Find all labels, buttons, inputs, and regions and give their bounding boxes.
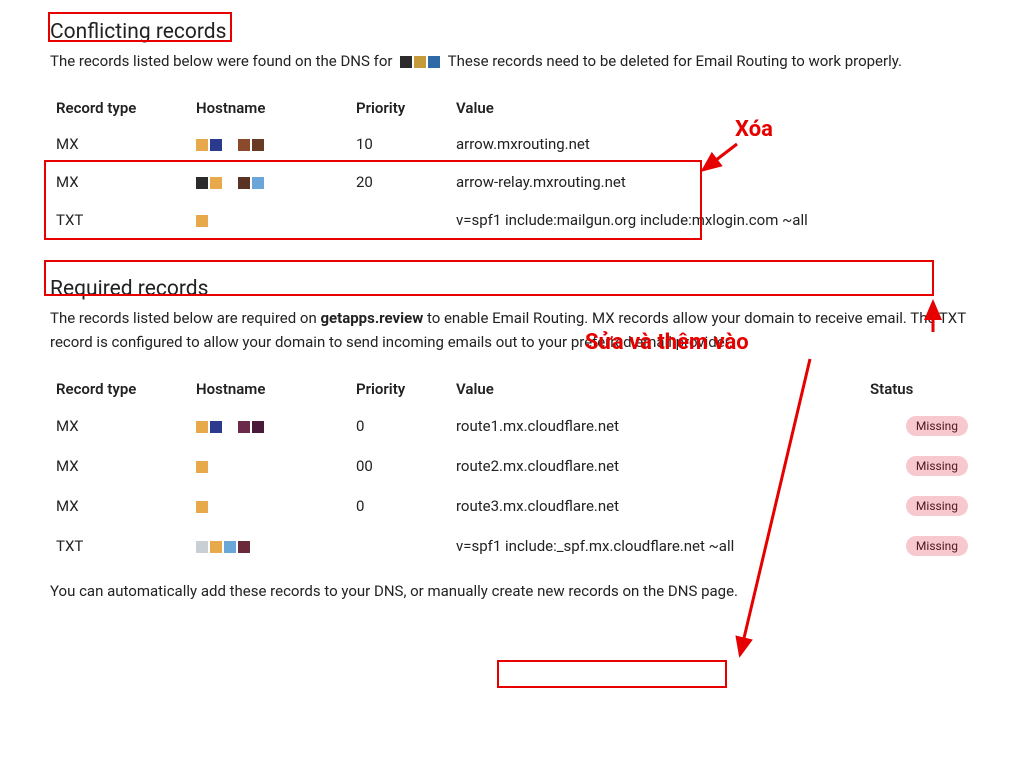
cell-type: MX	[50, 486, 190, 526]
col-header-type: Record type	[50, 372, 190, 406]
table-row: MX 0route3.mx.cloudflare.net Missing	[50, 486, 974, 526]
table-row: TXT v=spf1 include:_spf.mx.cloudflare.net…	[50, 526, 974, 566]
status-badge: Missing	[906, 416, 968, 436]
cell-host	[190, 446, 350, 486]
cell-status: Missing	[864, 446, 974, 486]
cell-pri: 20	[350, 163, 450, 201]
required-desc-a: The records listed below are required on	[50, 309, 320, 327]
cell-type: MX	[50, 446, 190, 486]
cell-status: Missing	[864, 526, 974, 566]
col-header-host: Hostname	[190, 91, 350, 125]
cell-val: v=spf1 include:mailgun.org include:mxlog…	[450, 201, 974, 239]
cell-status: Missing	[864, 406, 974, 446]
domain-pixelated	[400, 56, 440, 68]
cell-pri: 10	[350, 125, 450, 163]
col-header-val: Value	[450, 91, 974, 125]
col-header-pri: Priority	[350, 91, 450, 125]
conflicting-desc-pre: The records listed below were found on t…	[50, 52, 392, 70]
cell-val: v=spf1 include:_spf.mx.cloudflare.net ~a…	[450, 526, 864, 566]
col-header-status: Status	[864, 372, 974, 406]
conflicting-heading: Conflicting records	[50, 20, 974, 44]
required-desc: The records listed below are required on…	[50, 307, 974, 354]
table-row: MX 10arrow.mxrouting.net	[50, 125, 974, 163]
cell-host	[190, 486, 350, 526]
cell-pri: 0	[350, 486, 450, 526]
col-header-val: Value	[450, 372, 864, 406]
cell-type: MX	[50, 125, 190, 163]
hostname-pixelated	[196, 215, 208, 227]
cell-type: MX	[50, 163, 190, 201]
hostname-pixelated	[196, 139, 264, 151]
cell-type: TXT	[50, 201, 190, 239]
cell-host	[190, 201, 350, 239]
table-row: MX 0route1.mx.cloudflare.net Missing	[50, 406, 974, 446]
required-footnote: You can automatically add these records …	[50, 580, 974, 603]
hostname-pixelated	[196, 501, 208, 513]
cell-pri	[350, 201, 450, 239]
status-badge: Missing	[906, 456, 968, 476]
hostname-pixelated	[196, 421, 264, 433]
cell-val: arrow-relay.mxrouting.net	[450, 163, 974, 201]
table-row: MX 00route2.mx.cloudflare.net Missing	[50, 446, 974, 486]
hostname-pixelated	[196, 461, 208, 473]
cell-host	[190, 406, 350, 446]
cell-host	[190, 526, 350, 566]
required-table: Record type Hostname Priority Value Stat…	[50, 372, 974, 566]
required-heading: Required records	[50, 277, 974, 301]
cell-pri: 00	[350, 446, 450, 486]
cell-host	[190, 125, 350, 163]
cell-val: route1.mx.cloudflare.net	[450, 406, 864, 446]
anno-box-spf-include	[497, 660, 727, 688]
status-badge: Missing	[906, 496, 968, 516]
cell-val: route2.mx.cloudflare.net	[450, 446, 864, 486]
conflicting-table: Record type Hostname Priority Value MX 10…	[50, 91, 974, 239]
hostname-pixelated	[196, 541, 264, 553]
cell-val: route3.mx.cloudflare.net	[450, 486, 864, 526]
cell-type: TXT	[50, 526, 190, 566]
conflicting-desc-post: These records need to be deleted for Ema…	[448, 52, 902, 70]
conflicting-desc: The records listed below were found on t…	[50, 50, 974, 73]
required-desc-bold: getapps.review	[320, 309, 423, 327]
col-header-type: Record type	[50, 91, 190, 125]
cell-val: arrow.mxrouting.net	[450, 125, 974, 163]
conflicting-section: Conflicting records The records listed b…	[50, 20, 974, 239]
cell-host	[190, 163, 350, 201]
status-badge: Missing	[906, 536, 968, 556]
col-header-host: Hostname	[190, 372, 350, 406]
required-section: Required records The records listed belo…	[50, 277, 974, 603]
hostname-pixelated	[196, 177, 264, 189]
table-row: TXT v=spf1 include:mailgun.org include:mx…	[50, 201, 974, 239]
col-header-pri: Priority	[350, 372, 450, 406]
cell-status: Missing	[864, 486, 974, 526]
cell-pri: 0	[350, 406, 450, 446]
cell-type: MX	[50, 406, 190, 446]
cell-pri	[350, 526, 450, 566]
table-row: MX 20arrow-relay.mxrouting.net	[50, 163, 974, 201]
